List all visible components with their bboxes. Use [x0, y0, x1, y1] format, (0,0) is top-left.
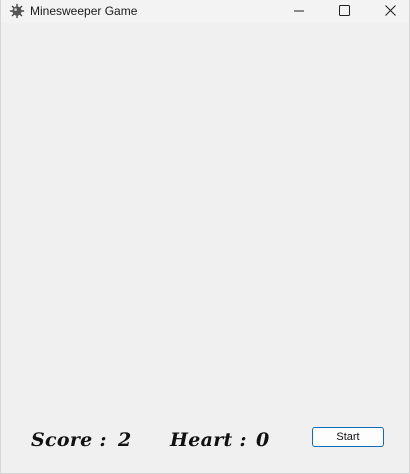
- maximize-button[interactable]: [321, 0, 367, 23]
- start-button[interactable]: Start: [312, 427, 384, 447]
- minimize-icon: [294, 3, 304, 21]
- heart-value: 0: [256, 429, 270, 451]
- title-bar[interactable]: Minesweeper Game: [1, 0, 409, 23]
- maximize-icon: [338, 3, 350, 21]
- app-window: Minesweeper Game Score: 2 Heart: 0 Sta…: [0, 0, 410, 474]
- mine-icon: [9, 3, 25, 19]
- score-label: Score :: [31, 429, 107, 451]
- score-value: 2: [118, 429, 132, 451]
- minimize-button[interactable]: [276, 0, 322, 23]
- game-area: Score : 2 Heart : 0 Start: [1, 23, 409, 473]
- window-title: Minesweeper Game: [30, 4, 138, 18]
- close-icon: [384, 3, 396, 21]
- heart-label: Heart :: [170, 429, 247, 451]
- close-button[interactable]: [367, 0, 410, 23]
